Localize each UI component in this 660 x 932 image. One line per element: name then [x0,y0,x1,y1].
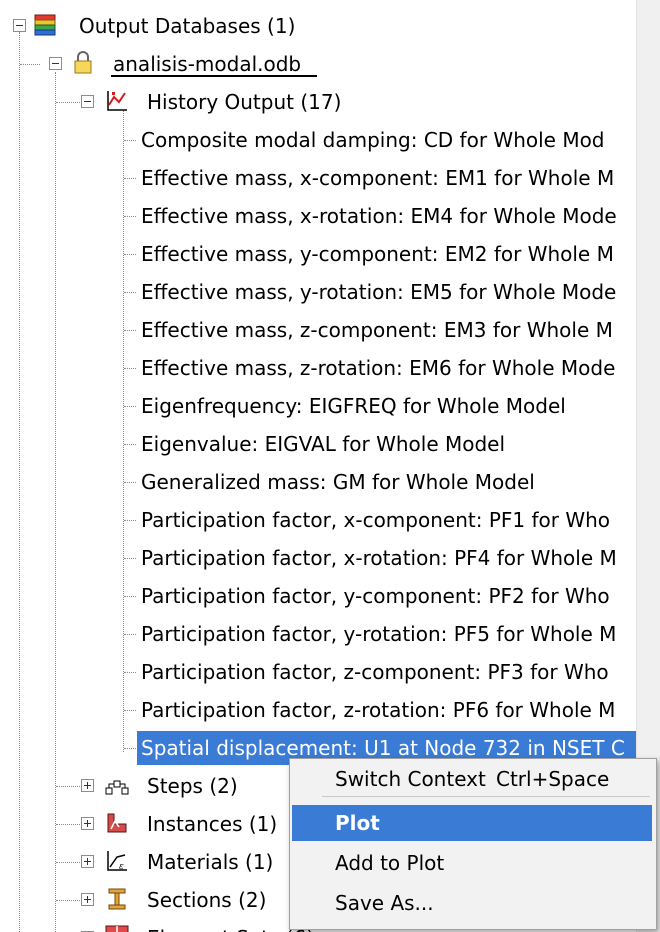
history-item-label: Composite modal damping: CD for Whole Mo… [141,128,605,152]
collapse-icon[interactable] [13,19,26,32]
materials-label: Materials (1) [147,850,274,874]
history-item-label: Effective mass, z-rotation: EM6 for Whol… [141,356,616,380]
expand-icon[interactable] [81,817,94,830]
tree-connector [56,786,80,787]
menu-item-add-to-plot[interactable]: Add to Plot [292,845,652,881]
collapse-icon[interactable] [81,95,94,108]
tree-connector [124,444,136,445]
collapse-icon[interactable] [49,57,62,70]
history-item[interactable]: Participation factor, y-component: PF2 f… [0,577,636,615]
history-item-label: Participation factor, x-rotation: PF4 fo… [141,546,617,570]
history-item[interactable]: Composite modal damping: CD for Whole Mo… [0,121,636,159]
expand-icon[interactable] [81,893,94,906]
tree-connector [124,330,136,331]
history-item[interactable]: Effective mass, x-component: EM1 for Who… [0,159,636,197]
menu-item-save-as[interactable]: Save As... [292,885,652,921]
tree-connector [56,102,80,103]
tree-connector [124,292,136,293]
tree-connector [124,254,136,255]
menu-item-label: Plot [335,811,380,835]
context-menu: Switch Context Ctrl+Space Plot Add to Pl… [289,758,657,930]
history-item-label: Effective mass, x-component: EM1 for Who… [141,166,615,190]
tree-connector [20,64,40,65]
history-output-label: History Output (17) [147,90,342,114]
tree-connector [124,672,136,673]
tree-connector [124,596,136,597]
tree-connector [124,140,136,141]
menu-item-label: Save As... [335,891,434,915]
svg-text:ε: ε [119,862,124,872]
tree-connector [124,406,136,407]
tree-connector [124,634,136,635]
menu-item-switch-context[interactable]: Switch Context Ctrl+Space [292,761,652,797]
history-item[interactable]: Effective mass, z-component: EM3 for Who… [0,311,636,349]
expand-icon[interactable] [81,855,94,868]
tree-connector [56,824,80,825]
history-item[interactable]: Participation factor, z-rotation: PF6 fo… [0,691,636,729]
tree-connector [124,216,136,217]
element-sets-icon [105,925,129,932]
tree-row-odb[interactable]: analisis-modal.odb [0,45,636,83]
sections-label: Sections (2) [147,888,267,912]
history-item[interactable]: Eigenvalue: EIGVAL for Whole Model [0,425,636,463]
steps-icon [105,780,129,795]
history-item-label: Participation factor, y-component: PF2 f… [141,584,610,608]
instances-label: Instances (1) [147,812,278,836]
history-item-label: Generalized mass: GM for Whole Model [141,470,535,494]
history-item-label: Effective mass, x-rotation: EM4 for Whol… [141,204,617,228]
history-item[interactable]: Effective mass, x-rotation: EM4 for Whol… [0,197,636,235]
odb-focus-underline [111,75,317,77]
instances-icon [107,813,127,833]
history-item-label: Participation factor, z-component: PF3 f… [141,660,609,684]
tree-row-output-databases[interactable]: Output Databases (1) [0,7,636,45]
tree-connector [56,900,80,901]
history-item[interactable]: Eigenfrequency: EIGFREQ for Whole Model [0,387,636,425]
expand-icon[interactable] [81,779,94,792]
sections-icon [108,888,126,910]
menu-separator [322,796,650,797]
menu-item-shortcut: Ctrl+Space [496,767,610,791]
history-item-label: Effective mass, y-rotation: EM5 for Whol… [141,280,617,304]
menu-item-label: Switch Context [335,767,486,791]
history-item-label: Eigenfrequency: EIGFREQ for Whole Model [141,394,566,418]
tree-connector [124,558,136,559]
history-item-label: Participation factor, z-rotation: PF6 fo… [141,698,616,722]
history-item-label: Participation factor, x-component: PF1 f… [141,508,611,532]
history-item[interactable]: Effective mass, y-rotation: EM5 for Whol… [0,273,636,311]
tree-connector [56,862,80,863]
tree-connector [124,482,136,483]
steps-label: Steps (2) [147,774,238,798]
tree-connector [124,178,136,179]
history-item[interactable]: Effective mass, y-component: EM2 for Who… [0,235,636,273]
lock-icon [74,51,92,74]
odb-label: analisis-modal.odb [113,52,302,76]
tree-connector [124,710,136,711]
menu-item-label: Add to Plot [335,851,445,875]
history-plot-icon [107,91,127,111]
output-databases-label: Output Databases (1) [79,14,296,38]
history-item[interactable]: Generalized mass: GM for Whole Model [0,463,636,501]
tree-connector [124,520,136,521]
history-item[interactable]: Participation factor, y-rotation: PF5 fo… [0,615,636,653]
history-item[interactable]: Effective mass, z-rotation: EM6 for Whol… [0,349,636,387]
database-stack-icon [34,14,56,36]
history-item-label: Effective mass, z-component: EM3 for Who… [141,318,613,342]
tree-connector [124,748,136,749]
tree-row-history-output[interactable]: History Output (17) [0,83,636,121]
materials-icon: ε [107,851,127,872]
history-item[interactable]: Participation factor, x-rotation: PF4 fo… [0,539,636,577]
history-item-label: Eigenvalue: EIGVAL for Whole Model [141,432,506,456]
tree-connector [124,368,136,369]
history-item-label: Effective mass, y-component: EM2 for Who… [141,242,614,266]
menu-item-plot[interactable]: Plot [292,805,652,841]
history-item[interactable]: Participation factor, x-component: PF1 f… [0,501,636,539]
history-item-label: Participation factor, y-rotation: PF5 fo… [141,622,617,646]
history-item[interactable]: Participation factor, z-component: PF3 f… [0,653,636,691]
